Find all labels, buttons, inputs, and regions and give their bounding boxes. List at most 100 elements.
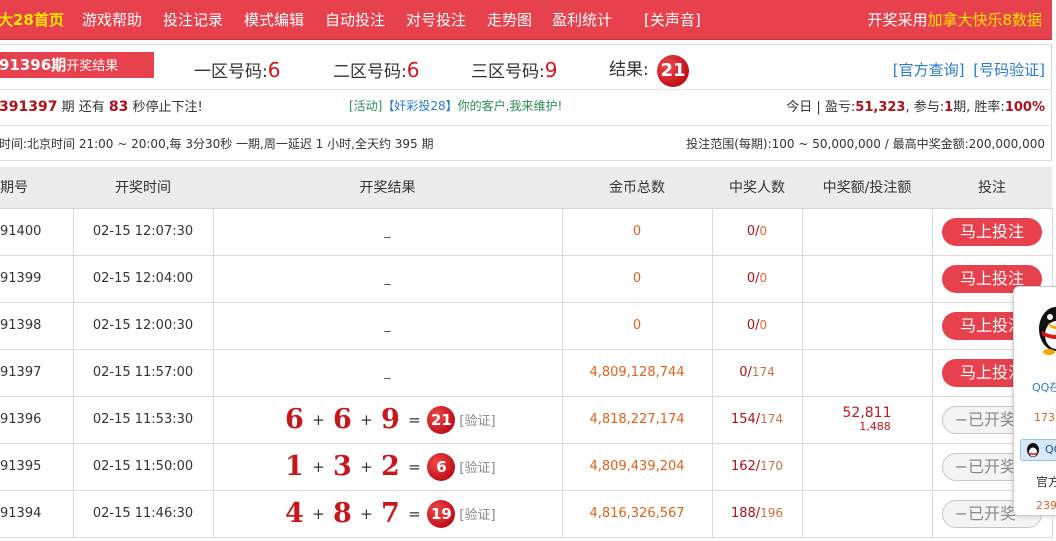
bonus-amount: 52,811 (842, 404, 892, 421)
row-participants: 174 (760, 412, 784, 426)
row-time: 02-15 12:07:30 (73, 208, 214, 256)
row-winners: 0/0 (712, 208, 803, 256)
row-result-pending: _ (213, 302, 563, 350)
today-count: 1 (944, 100, 954, 115)
draw-number-2: 6 (333, 404, 352, 435)
row-winners: 0/174 (712, 349, 803, 397)
nav-mode-edit[interactable]: 模式编辑 (244, 0, 304, 40)
row-winners: 162/170 (712, 443, 803, 491)
row-participants: 0 (759, 271, 768, 285)
row-total-coins: 0 (562, 302, 713, 350)
draw-history-table: 期号 开奖时间 开奖结果 金币总数 中奖人数 中奖额/投注额 投注 91400 … (0, 167, 1053, 538)
nav-toggle-sound[interactable]: [关声音] (644, 0, 701, 40)
qq-online-label: QQ在 (1032, 381, 1056, 394)
row-winners-count: 154 (730, 412, 756, 427)
row-result-pending: _ (213, 208, 563, 256)
nav-auto-bet[interactable]: 自动投注 (325, 0, 385, 40)
draw-number-2: 3 (333, 451, 352, 482)
nav-profit-stats[interactable]: 盈利统计 (552, 0, 612, 40)
zone1-value: 6 (267, 58, 281, 82)
draw-sum-ball: 19 (427, 499, 456, 528)
result-label: 结果: (609, 60, 649, 80)
nav-home[interactable]: 大28首页 (0, 0, 64, 40)
row-time: 02-15 11:53:30 (73, 396, 214, 444)
header-total-coins: 金币总数 (562, 167, 712, 209)
countdown-issue: 391397 (0, 99, 58, 115)
row-winners-count: 162 (730, 459, 756, 474)
verify-link[interactable]: [验证] (459, 457, 495, 476)
row-issue: 91395 (0, 443, 74, 491)
nav-trend-chart[interactable]: 走势图 (487, 0, 532, 40)
plus-sign: + (312, 457, 325, 476)
verify-link[interactable]: [验证] (459, 504, 495, 523)
draw-number-1: 6 (285, 404, 304, 435)
row-issue: 91394 (0, 490, 74, 538)
qq-service-panel[interactable]: QQ在 1735 QQ 官方 239 (1013, 286, 1056, 516)
row-bonus (802, 443, 933, 491)
number-verify-link[interactable]: [号码验证] (973, 61, 1045, 79)
qq-contact-button[interactable]: QQ (1020, 439, 1056, 461)
table-header: 期号 开奖时间 开奖结果 金币总数 中奖人数 中奖额/投注额 投注 (0, 167, 1052, 209)
row-bonus (802, 490, 933, 538)
latest-issue-tag: 91396期开奖结果 (0, 52, 154, 78)
header-bet: 投注 (932, 167, 1052, 209)
row-total-coins: 4,818,227,174 (562, 396, 713, 444)
nav-bet-records[interactable]: 投注记录 (163, 0, 223, 40)
row-issue: 91396 (0, 396, 74, 444)
today-mid2: 期, 胜率: (953, 100, 1005, 115)
official-query-link[interactable]: [官方查询] (893, 61, 965, 79)
countdown-seconds: 83 (108, 99, 129, 115)
header-issue: 期号 (0, 167, 73, 209)
verify-link[interactable]: [验证] (459, 410, 495, 429)
today-mid: , 参与: (905, 100, 945, 115)
table-row: 91396 02-15 11:53:30 6 +6 +9 = 21 [验证] 4,818,… (0, 396, 1053, 444)
row-result-pending: _ (213, 255, 563, 303)
row-bonus (802, 302, 933, 350)
row-winners: 0/0 (712, 302, 803, 350)
row-bonus (802, 349, 933, 397)
result-ball: 21 (657, 55, 689, 87)
table-row: 91399 02-15 12:04:00 _ 0 0/0 马上投注 (0, 255, 1053, 303)
data-source-highlight: 加拿大快乐8数据 (927, 11, 1042, 29)
row-time: 02-15 11:57:00 (73, 349, 214, 397)
draw-number-3: 2 (381, 451, 400, 482)
draw-sum-ball: 6 (427, 452, 456, 481)
row-total-coins: 4,809,128,744 (562, 349, 713, 397)
zone1-label: 一区号码: (194, 62, 268, 82)
row-result: 4 +8 +7 = 19 [验证] (213, 490, 563, 538)
row-participants: 174 (751, 365, 775, 379)
row-time: 02-15 11:50:00 (73, 443, 214, 491)
draw-number-3: 7 (381, 498, 400, 529)
nav-game-help[interactable]: 游戏帮助 (82, 0, 142, 40)
schedule-text: 时间:北京时间 21:00 ~ 20:00,每 3分30秒 一期,周一延迟 1 … (0, 137, 434, 151)
status-row: 391397 期 还有 83 秒停止下注! [活动]【奸彩投28】你的客户,我来… (0, 89, 1051, 121)
qq-button-label: QQ (1045, 443, 1056, 456)
zone2-label: 二区号码: (333, 62, 407, 82)
bet-now-button[interactable]: 马上投注 (942, 217, 1042, 246)
row-participants: 170 (760, 459, 784, 473)
row-time: 02-15 12:04:00 (73, 255, 214, 303)
row-issue: 91397 (0, 349, 74, 397)
bet-amount: 1,488 (859, 419, 891, 433)
countdown-mid: 期 还有 (57, 100, 109, 115)
row-result: 6 +6 +9 = 21 [验证] (213, 396, 563, 444)
row-result: 1 +3 +2 = 6 [验证] (213, 443, 563, 491)
header-bonus-ratio: 中奖额/投注额 (802, 167, 932, 209)
plus-sign: + (360, 410, 373, 429)
header-winners: 中奖人数 (712, 167, 802, 209)
data-source-prefix: 开奖采用 (867, 11, 928, 29)
row-total-coins: 4,809,439,204 (562, 443, 713, 491)
today-stats: 今日 | 盈亏:51,323, 参与:1期, 胜率:100% (786, 96, 1045, 115)
row-issue: 91399 (0, 255, 74, 303)
plus-sign: + (312, 504, 325, 523)
zone2-value: 6 (406, 58, 420, 82)
today-prefix: 今日 | 盈亏: (786, 100, 856, 115)
qq-penguin-icon[interactable] (1036, 301, 1056, 355)
zone2: 二区号码:6 (333, 57, 419, 85)
table-row: 91398 02-15 12:00:30 _ 0 0/0 马上投注 (0, 302, 1053, 350)
today-profit: 51,323 (855, 100, 906, 115)
promo-link[interactable]: [活动]【奸彩投28】你的客户,我来维护! (349, 97, 562, 114)
zone3: 三区号码:9 (471, 57, 557, 85)
nav-number-bet[interactable]: 对号投注 (406, 0, 466, 40)
row-winners-count: 0 (746, 224, 756, 239)
